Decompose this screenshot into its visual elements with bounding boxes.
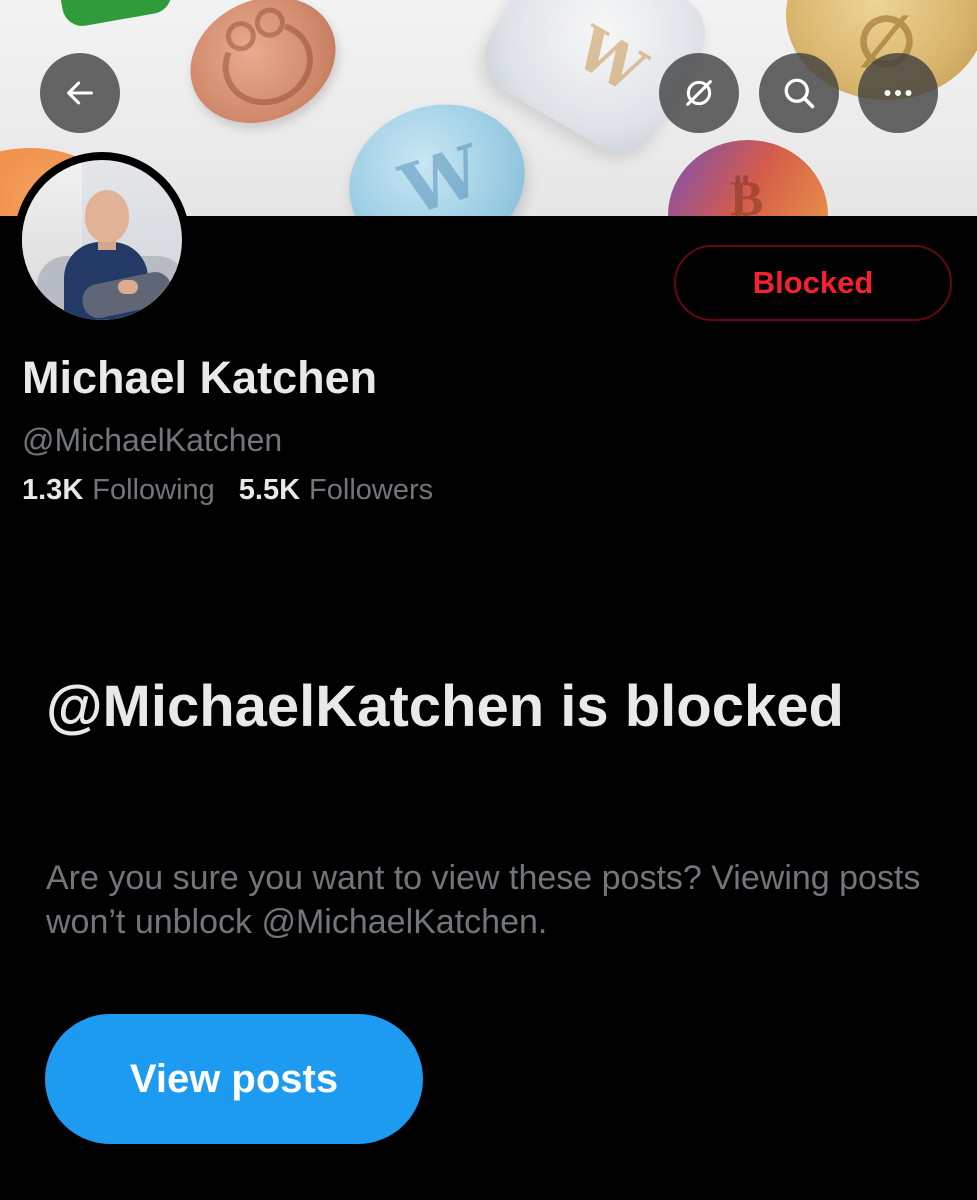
arrow-left-icon (63, 76, 97, 110)
search-button[interactable] (759, 53, 839, 133)
followers-link[interactable]: 5.5K Followers (239, 474, 433, 507)
search-icon (781, 75, 817, 111)
avatar-photo (22, 160, 182, 320)
banner-blue-coin: W (329, 82, 545, 216)
following-label: Following (92, 474, 215, 506)
banner-smiley-coin (169, 0, 357, 147)
profile-stats: 1.3K Following 5.5K Followers (22, 474, 433, 507)
blocked-notice-description: Are you sure you want to view these post… (46, 859, 921, 941)
view-posts-button[interactable]: View posts (45, 1014, 423, 1144)
blocked-button[interactable]: Blocked (674, 245, 952, 321)
more-button[interactable] (858, 53, 938, 133)
followers-count: 5.5K (238, 474, 301, 506)
followers-label: Followers (309, 474, 434, 506)
banner-w-mark: W (563, 13, 657, 108)
avatar[interactable] (14, 152, 190, 328)
following-link[interactable]: 1.3K Following (22, 474, 215, 507)
display-name: Michael Katchen (22, 352, 378, 403)
user-handle: @MichaelKatchen (22, 422, 283, 458)
avatar-head (85, 190, 129, 242)
following-count: 1.3K (22, 474, 84, 506)
banner-bitcoin-coin: ₿ (668, 140, 828, 216)
grok-icon (682, 76, 716, 110)
grok-button[interactable] (659, 53, 739, 133)
banner-blue-mark: W (391, 128, 492, 216)
blocked-notice-title: @MichaelKatchen is blocked (46, 674, 844, 739)
banner-bitcoin-mark: ₿ (730, 168, 764, 216)
more-horizontal-icon (880, 75, 916, 111)
avatar-hand (118, 280, 138, 294)
banner-green-shape (55, 0, 175, 30)
back-button[interactable] (40, 53, 120, 133)
